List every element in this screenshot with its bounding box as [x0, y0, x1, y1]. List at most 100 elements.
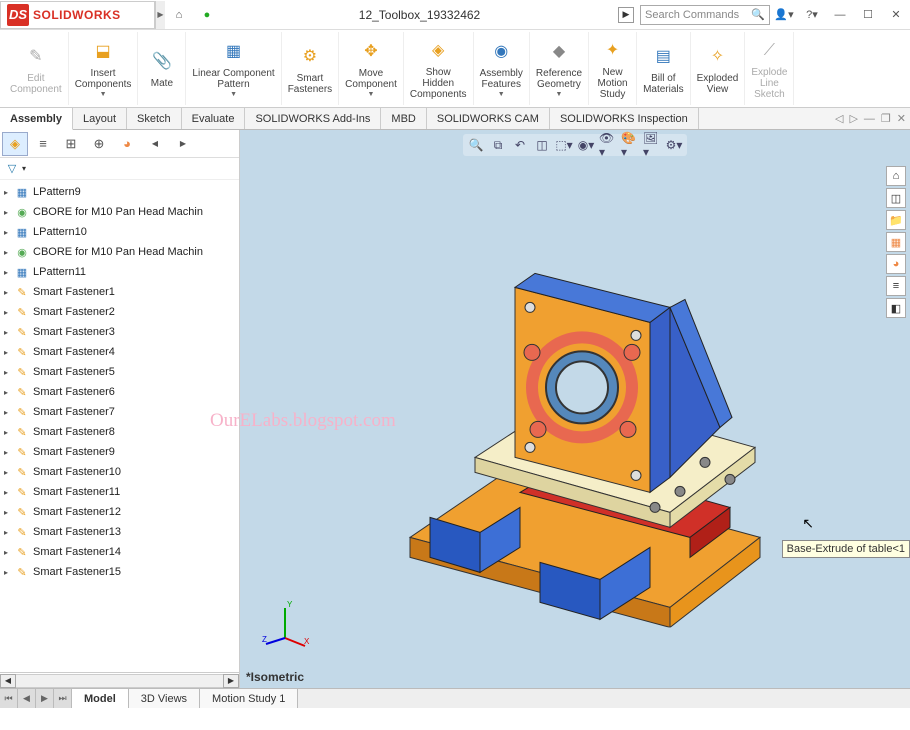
tree-item[interactable]: ▸✎Smart Fastener15: [0, 562, 239, 582]
tree-item[interactable]: ▸✎Smart Fastener10: [0, 462, 239, 482]
forum-icon[interactable]: ◧: [886, 298, 906, 318]
expand-caret-icon[interactable]: ▸: [4, 268, 14, 277]
view-orientation-icon[interactable]: ⬚▾: [555, 136, 573, 154]
mate-button[interactable]: 📎Mate: [138, 32, 186, 105]
zoom-area-icon[interactable]: ⧉: [489, 136, 507, 154]
tab-nav-prev-icon[interactable]: ◀: [18, 689, 36, 708]
expand-caret-icon[interactable]: ▸: [4, 568, 14, 577]
graphics-viewport[interactable]: 🔍 ⧉ ↶ ◫ ⬚▾ ◉▾ 👁▾ 🎨▾ 🖼▾ ⚙▾ ⌂ ◫ 📁 ▦ ◕ ≡ ◧: [240, 130, 910, 688]
feature-manager-tab-icon[interactable]: ◈: [2, 132, 28, 156]
insert-components-button[interactable]: ⬓Insert Components▼: [69, 32, 139, 105]
expand-caret-icon[interactable]: ▸: [4, 428, 14, 437]
tree-item[interactable]: ▸✎Smart Fastener2: [0, 302, 239, 322]
tab-inspection[interactable]: SOLIDWORKS Inspection: [550, 108, 699, 129]
expand-caret-icon[interactable]: ▸: [4, 408, 14, 417]
edit-component-button[interactable]: ✎Edit Component: [4, 32, 69, 105]
next-window-icon[interactable]: ▷: [849, 112, 857, 125]
tree-item[interactable]: ▸✎Smart Fastener14: [0, 542, 239, 562]
display-style-icon[interactable]: ◉▾: [577, 136, 595, 154]
tree-item[interactable]: ▸✎Smart Fastener3: [0, 322, 239, 342]
app-logo[interactable]: DS SOLIDWORKS: [0, 1, 155, 29]
help-icon[interactable]: ?▾: [800, 3, 824, 27]
tree-item[interactable]: ▸✎Smart Fastener7: [0, 402, 239, 422]
configuration-manager-tab-icon[interactable]: ⊞: [58, 132, 84, 156]
filter-bar[interactable]: ▽ ▾: [0, 158, 239, 180]
tree-item[interactable]: ▸▦LPattern11: [0, 262, 239, 282]
tree-item[interactable]: ▸▦LPattern10: [0, 222, 239, 242]
panel-nav-left-icon[interactable]: ◀: [142, 132, 168, 156]
traffic-light-icon[interactable]: ●: [195, 3, 219, 27]
file-explorer-icon[interactable]: 📁: [886, 210, 906, 230]
scroll-left-icon[interactable]: ◀: [0, 674, 16, 688]
exploded-view-button[interactable]: ✧Exploded View: [691, 32, 746, 105]
scroll-track[interactable]: [16, 674, 223, 688]
expand-caret-icon[interactable]: ▸: [4, 488, 14, 497]
tab-sketch[interactable]: Sketch: [127, 108, 182, 129]
design-library-icon[interactable]: ◫: [886, 188, 906, 208]
expand-caret-icon[interactable]: ▸: [4, 308, 14, 317]
maximize-button[interactable]: ☐: [856, 3, 880, 27]
tree-item[interactable]: ▸✎Smart Fastener5: [0, 362, 239, 382]
tree-item[interactable]: ▸✎Smart Fastener1: [0, 282, 239, 302]
expand-caret-icon[interactable]: ▸: [4, 368, 14, 377]
tree-item[interactable]: ▸◉CBORE for M10 Pan Head Machin: [0, 202, 239, 222]
appearances-icon[interactable]: ◕: [886, 254, 906, 274]
tab-nav-first-icon[interactable]: ⏮: [0, 689, 18, 708]
close-doc-icon[interactable]: ✕: [897, 112, 906, 125]
view-settings-icon[interactable]: ⚙▾: [665, 136, 683, 154]
user-icon[interactable]: 👤▾: [772, 3, 796, 27]
tree-item[interactable]: ▸✎Smart Fastener6: [0, 382, 239, 402]
display-manager-tab-icon[interactable]: ◕: [114, 132, 140, 156]
previous-view-icon[interactable]: ↶: [511, 136, 529, 154]
feature-tree[interactable]: ▸▦LPattern9▸◉CBORE for M10 Pan Head Mach…: [0, 180, 239, 672]
view-palette-icon[interactable]: ▦: [886, 232, 906, 252]
tree-item[interactable]: ▸✎Smart Fastener11: [0, 482, 239, 502]
expand-caret-icon[interactable]: ▸: [4, 348, 14, 357]
expand-caret-icon[interactable]: ▸: [4, 228, 14, 237]
bill-of-materials-button[interactable]: ▤Bill of Materials: [637, 32, 691, 105]
assembly-features-button[interactable]: ◉Assembly Features▼: [474, 32, 530, 105]
expand-caret-icon[interactable]: ▸: [4, 388, 14, 397]
tree-item[interactable]: ▸✎Smart Fastener9: [0, 442, 239, 462]
tree-item[interactable]: ▸◉CBORE for M10 Pan Head Machin: [0, 242, 239, 262]
tab-motion-study[interactable]: Motion Study 1: [200, 689, 298, 708]
tab-mbd[interactable]: MBD: [381, 108, 426, 129]
close-button[interactable]: ✕: [884, 3, 908, 27]
zoom-fit-icon[interactable]: 🔍: [467, 136, 485, 154]
tab-addins[interactable]: SOLIDWORKS Add-Ins: [245, 108, 381, 129]
tab-evaluate[interactable]: Evaluate: [182, 108, 246, 129]
tree-item[interactable]: ▸▦LPattern9: [0, 182, 239, 202]
tab-nav-next-icon[interactable]: ▶: [36, 689, 54, 708]
reference-geometry-button[interactable]: ◆Reference Geometry▼: [530, 32, 589, 105]
edit-appearance-icon[interactable]: 🎨▾: [621, 136, 639, 154]
home-icon[interactable]: ⌂: [167, 3, 191, 27]
assembly-model[interactable]: [360, 207, 790, 627]
tree-item[interactable]: ▸✎Smart Fastener12: [0, 502, 239, 522]
property-manager-tab-icon[interactable]: ≡: [30, 132, 56, 156]
explode-line-sketch-button[interactable]: ⟋Explode Line Sketch: [745, 32, 794, 105]
smart-fasteners-button[interactable]: ⚙Smart Fasteners: [282, 32, 339, 105]
expand-caret-icon[interactable]: ▸: [4, 208, 14, 217]
expand-caret-icon[interactable]: ▸: [4, 188, 14, 197]
tab-nav-last-icon[interactable]: ⏭: [54, 689, 72, 708]
expand-caret-icon[interactable]: ▸: [4, 328, 14, 337]
minimize-button[interactable]: —: [828, 3, 852, 27]
tab-assembly[interactable]: Assembly: [0, 108, 73, 130]
scroll-right-icon[interactable]: ▶: [223, 674, 239, 688]
expand-caret-icon[interactable]: ▸: [4, 468, 14, 477]
tab-model[interactable]: Model: [72, 689, 129, 708]
tab-3d-views[interactable]: 3D Views: [129, 689, 200, 708]
expand-caret-icon[interactable]: ▸: [4, 448, 14, 457]
show-hidden-components-button[interactable]: ◈Show Hidden Components: [404, 32, 474, 105]
panel-nav-right-icon[interactable]: ▶: [170, 132, 196, 156]
expand-caret-icon[interactable]: ▸: [4, 288, 14, 297]
tab-cam[interactable]: SOLIDWORKS CAM: [427, 108, 550, 129]
app-menu-dropdown[interactable]: ▶: [155, 1, 165, 29]
tree-item[interactable]: ▸✎Smart Fastener4: [0, 342, 239, 362]
linear-component-pattern-button[interactable]: ▦Linear Component Pattern▼: [186, 32, 281, 105]
expand-caret-icon[interactable]: ▸: [4, 508, 14, 517]
panel-horizontal-scrollbar[interactable]: ◀ ▶: [0, 672, 239, 688]
search-commands-icon[interactable]: ▶: [618, 7, 634, 23]
view-orientation-triad[interactable]: Y X Z: [260, 598, 310, 648]
section-view-icon[interactable]: ◫: [533, 136, 551, 154]
